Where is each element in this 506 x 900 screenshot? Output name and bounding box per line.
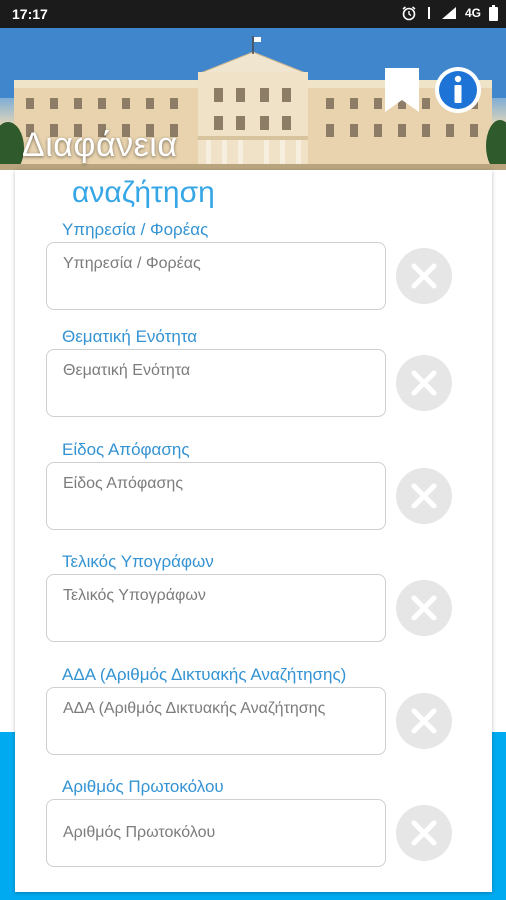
field-label: Είδος Απόφασης [62,440,190,459]
page-title: Διαφάνεια [22,126,178,164]
bookmark-icon [385,68,419,112]
ada-input[interactable]: ΑΔΑ (Αριθμός Δικτυακής Αναζήτησης [46,687,386,755]
field-ada: ΑΔΑ (Αριθμός Δικτυακής Αναζήτησης) ΑΔΑ (… [46,665,486,765]
bookmark-button[interactable] [383,68,421,112]
search-title: αναζήτηση [72,176,215,209]
clear-topic-button[interactable] [396,355,452,411]
field-decision-type: Είδος Απόφασης Είδος Απόφασης [46,440,486,540]
close-icon [411,708,437,734]
clear-decision-type-button[interactable] [396,468,452,524]
field-label: Θεματική Ενότητα [62,327,198,346]
field-label: Υπηρεσία / Φορέας [62,220,209,239]
service-input[interactable]: Υπηρεσία / Φορέας [46,242,386,310]
network-type: 4G [464,6,481,20]
close-icon [411,263,437,289]
clear-signatory-button[interactable] [396,580,452,636]
battery-icon [489,5,498,21]
close-icon [411,370,437,396]
search-card: αναζήτηση Υπηρεσία / Φορέας Υπηρεσία / Φ… [15,170,492,892]
clear-protocol-number-button[interactable] [396,805,452,861]
field-signatory: Τελικός Υπογράφων Τελικός Υπογράφων [46,552,486,652]
status-bar: 17:17 4G [0,0,506,28]
close-icon [411,595,437,621]
vibrate-icon [427,7,430,19]
field-topic: Θεματική Ενότητα Θεματική Ενότητα [46,327,486,427]
field-service: Υπηρεσία / Φορέας Υπηρεσία / Φορέας [46,220,486,320]
clear-service-button[interactable] [396,248,452,304]
header-banner: Διαφάνεια [0,28,506,170]
alarm-icon [402,6,416,21]
close-icon [411,483,437,509]
signatory-input[interactable]: Τελικός Υπογράφων [46,574,386,642]
close-icon [411,820,437,846]
protocol-number-input[interactable]: Αριθμός Πρωτοκόλου [46,799,386,867]
field-label: Τελικός Υπογράφων [62,552,214,571]
status-icons: 4G [401,5,498,21]
info-button[interactable] [434,66,482,114]
signal-icon [441,7,456,19]
field-protocol-number: Αριθμός Πρωτοκόλου Αριθμός Πρωτοκόλου [46,777,486,877]
clear-ada-button[interactable] [396,693,452,749]
field-label: Αριθμός Πρωτοκόλου [62,777,224,796]
decision-type-input[interactable]: Είδος Απόφασης [46,462,386,530]
topic-input[interactable]: Θεματική Ενότητα [46,349,386,417]
status-time: 17:17 [12,6,48,22]
field-label: ΑΔΑ (Αριθμός Δικτυακής Αναζήτησης) [62,665,347,684]
info-icon [435,67,481,113]
